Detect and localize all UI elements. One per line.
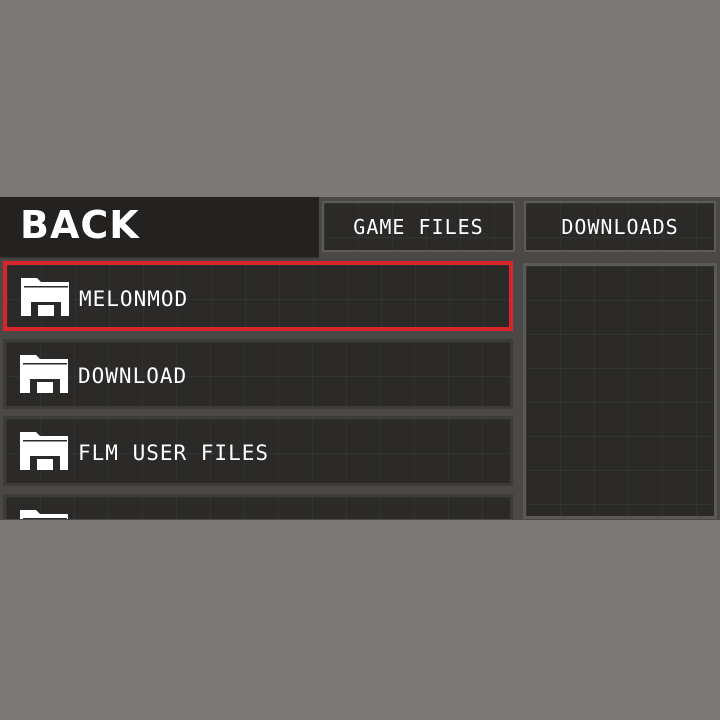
file-list[interactable]: MELONMOD DOWNLOAD FLM USER FILES	[3, 259, 516, 519]
back-button[interactable]: BACK	[0, 197, 319, 259]
file-browser-panel: BACK GAME FILES DOWNLOADS MELONMOD DOWNL…	[0, 197, 720, 520]
folder-icon	[21, 278, 69, 316]
list-item-label: FLM USER FILES	[78, 441, 270, 465]
folder-icon	[20, 432, 68, 470]
downloads-label: DOWNLOADS	[561, 214, 679, 239]
folder-icon	[20, 510, 68, 519]
game-files-label: GAME FILES	[353, 214, 484, 239]
folder-icon	[20, 355, 68, 393]
list-item-download[interactable]: DOWNLOAD	[3, 339, 513, 409]
downloads-button[interactable]: DOWNLOADS	[524, 201, 716, 252]
list-item-partial[interactable]	[3, 494, 513, 519]
game-files-button[interactable]: GAME FILES	[322, 201, 515, 252]
list-item-label: DOWNLOAD	[78, 364, 188, 388]
list-item-flm-user-files[interactable]: FLM USER FILES	[3, 416, 513, 486]
preview-pane	[523, 263, 717, 519]
list-item-melonmod[interactable]: MELONMOD	[3, 261, 513, 331]
back-button-label: BACK	[20, 203, 140, 247]
list-item-label: MELONMOD	[79, 287, 189, 311]
